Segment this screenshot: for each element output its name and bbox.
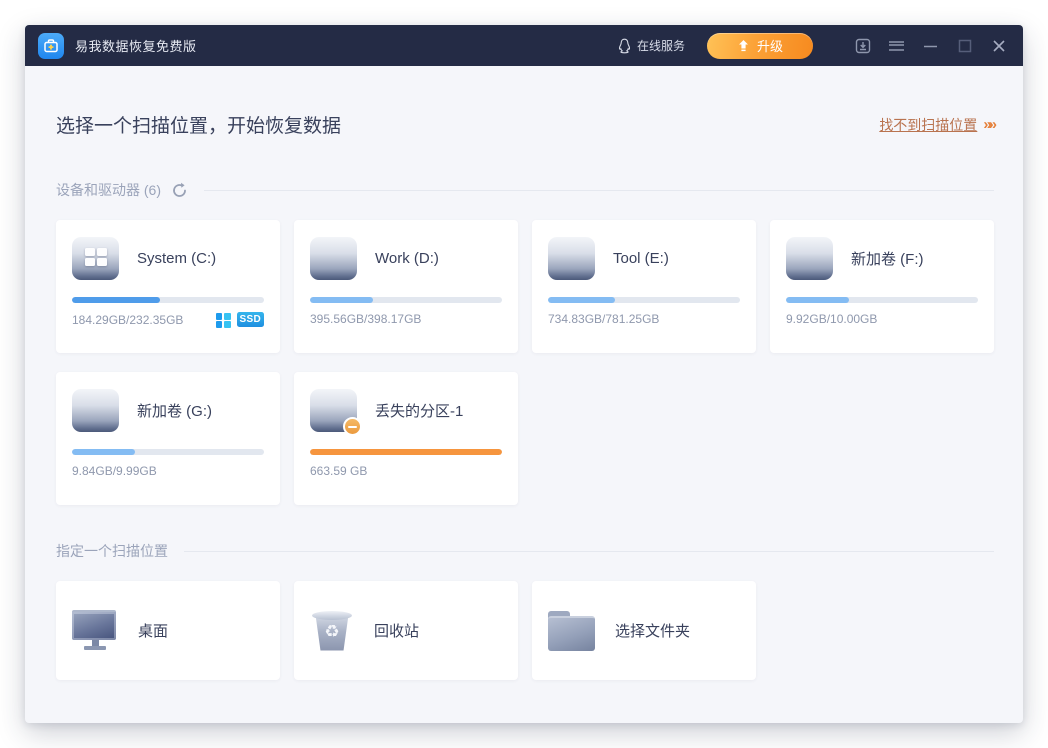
save-recovery-button[interactable] [854,37,871,54]
location-card-recycle-bin[interactable]: ♻ 回收站 [294,581,518,680]
drive-name: Tool (E:) [613,250,669,267]
drive-card-new-g[interactable]: 新加卷 (G:) 9.84GB/9.99GB [56,372,280,505]
minimize-button[interactable] [922,37,939,54]
cant-find-location-link[interactable]: 找不到扫描位置 »» [879,115,994,135]
capacity-text: 9.84GB/9.99GB [72,464,157,478]
location-label: 桌面 [138,620,168,641]
upgrade-icon [737,39,750,52]
ssd-badge: SSD [237,312,264,327]
capacity-bar [72,449,264,455]
capacity-text: 184.29GB/232.35GB [72,313,183,327]
menu-button[interactable] [888,37,905,54]
minus-badge-icon [343,417,362,436]
page-title: 选择一个扫描位置，开始恢复数据 [56,111,341,138]
qq-icon [617,38,632,54]
maximize-icon [958,39,972,53]
system-drive-icon [72,237,119,280]
drive-name: 新加卷 (G:) [137,400,212,421]
capacity-bar [786,297,978,303]
close-button[interactable] [990,37,1007,54]
capacity-bar [548,297,740,303]
drive-card-system-c[interactable]: System (C:) 184.29GB/232.35GB SSD [56,220,280,353]
drive-icon [310,237,357,280]
drive-name: 新加卷 (F:) [851,248,924,269]
drives-grid: System (C:) 184.29GB/232.35GB SSD Work (… [56,220,994,505]
refresh-button[interactable] [171,182,188,199]
location-card-choose-folder[interactable]: 选择文件夹 [532,581,756,680]
drive-name: 丢失的分区-1 [375,400,463,421]
online-service-label: 在线服务 [637,37,685,54]
locations-grid: 桌面 ♻ 回收站 选择文件夹 [56,581,994,680]
drive-card-new-f[interactable]: 新加卷 (F:) 9.92GB/10.00GB [770,220,994,353]
specify-section-header: 指定一个扫描位置 [56,541,994,561]
titlebar: 易我数据恢复免费版 在线服务 升级 [25,25,1023,66]
location-card-desktop[interactable]: 桌面 [56,581,280,680]
capacity-text: 395.56GB/398.17GB [310,312,421,326]
refresh-icon [171,182,188,199]
capacity-bar [310,449,502,455]
divider [184,551,994,552]
drive-name: System (C:) [137,250,216,267]
double-chevron-icon: »» [983,116,994,133]
minimize-icon [923,39,938,53]
app-window: 易我数据恢复免费版 在线服务 升级 [25,25,1023,723]
drive-icon [786,237,833,280]
cant-find-location-label: 找不到扫描位置 [879,115,977,135]
divider [204,190,994,191]
save-icon [855,38,871,54]
capacity-bar [310,297,502,303]
lost-partition-drive-icon [310,389,357,432]
desktop-icon [72,610,118,652]
maximize-button[interactable] [956,37,973,54]
main-content: 选择一个扫描位置，开始恢复数据 找不到扫描位置 »» 设备和驱动器 (6) [25,111,1023,680]
app-title: 易我数据恢复免费版 [75,36,197,55]
windows-badge-icon [216,313,231,328]
devices-section-title: 设备和驱动器 (6) [56,180,161,200]
folder-icon [548,611,595,651]
location-label: 回收站 [374,620,419,641]
online-service-button[interactable]: 在线服务 [617,37,685,54]
specify-section-title: 指定一个扫描位置 [56,541,168,561]
location-label: 选择文件夹 [615,620,690,641]
drive-card-work-d[interactable]: Work (D:) 395.56GB/398.17GB [294,220,518,353]
drive-card-tool-e[interactable]: Tool (E:) 734.83GB/781.25GB [532,220,756,353]
windows-logo-icon [85,248,107,266]
devices-section-header: 设备和驱动器 (6) [56,180,994,200]
recycle-bin-icon: ♻ [310,609,354,653]
capacity-bar [72,297,264,303]
drive-icon [548,237,595,280]
upgrade-label: 升级 [757,36,783,55]
drive-name: Work (D:) [375,250,439,267]
close-icon [992,39,1006,53]
capacity-text: 734.83GB/781.25GB [548,312,659,326]
capacity-text: 9.92GB/10.00GB [786,312,877,326]
capacity-text: 663.59 GB [310,464,367,478]
drive-icon [72,389,119,432]
app-logo-icon [38,33,64,59]
menu-icon [888,39,905,53]
upgrade-button[interactable]: 升级 [707,33,813,59]
drive-card-lost-partition[interactable]: 丢失的分区-1 663.59 GB [294,372,518,505]
